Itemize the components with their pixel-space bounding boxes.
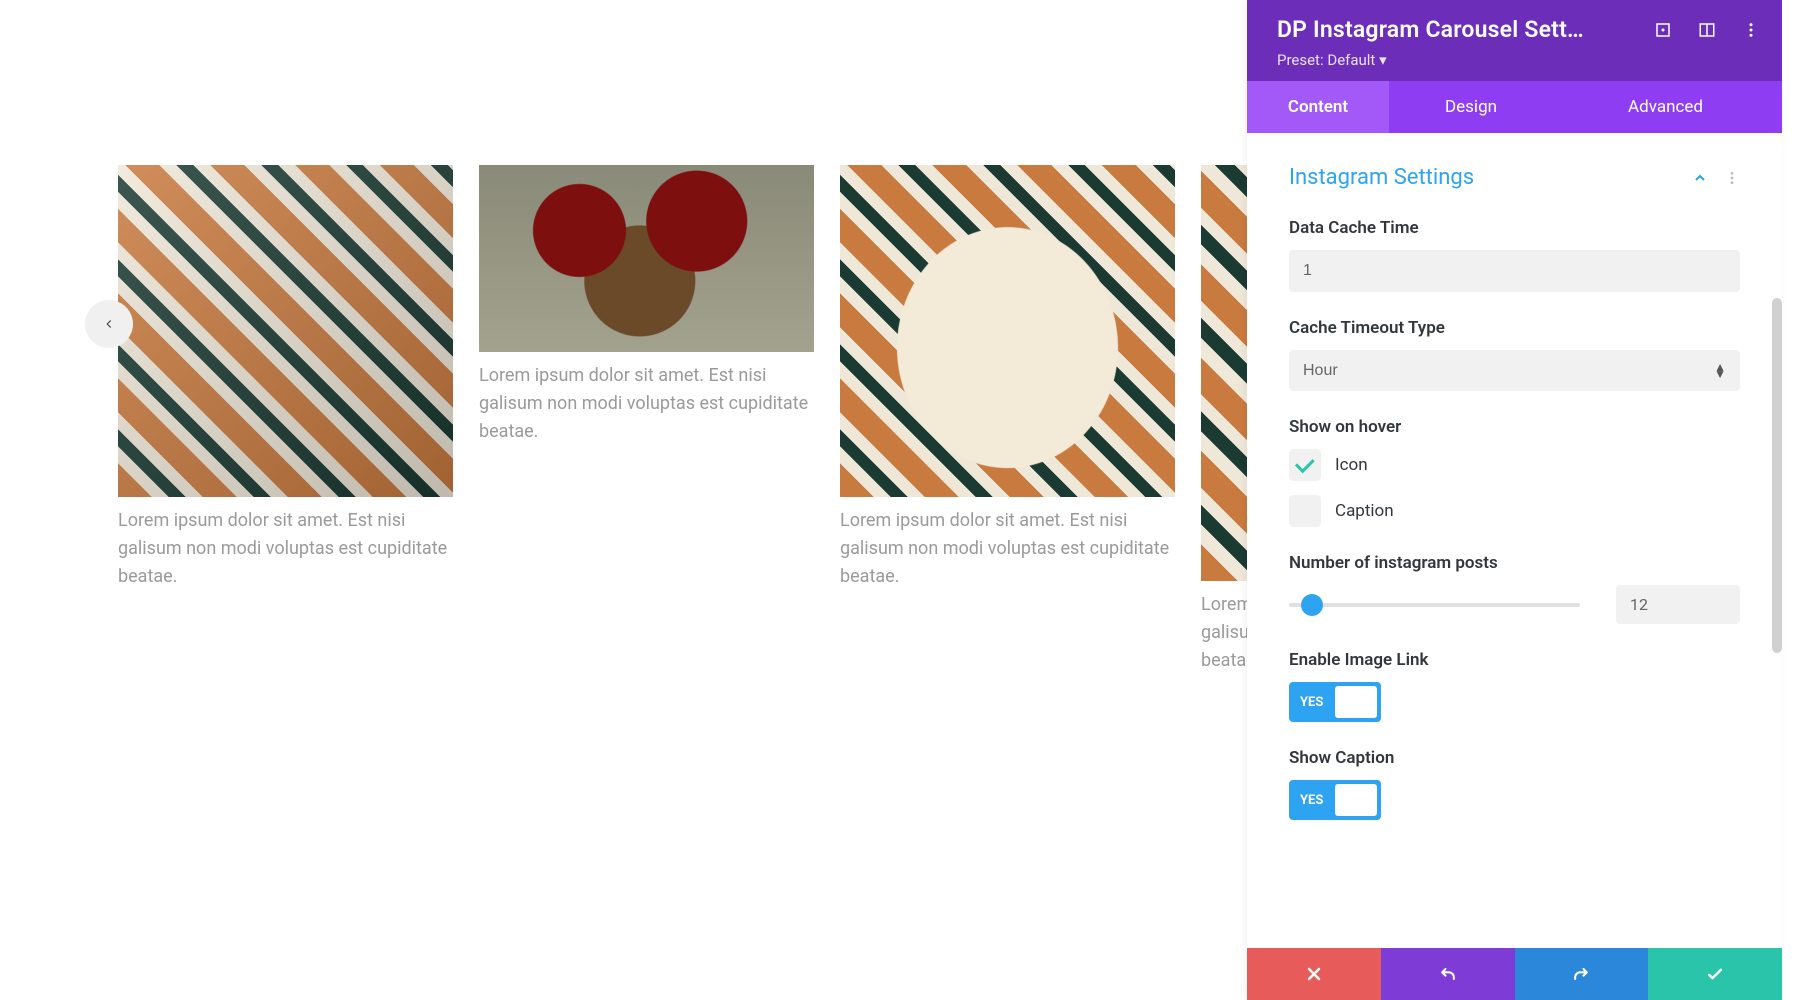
more-icon[interactable] (1742, 21, 1760, 39)
carousel-item[interactable]: Lorem ipsum dolor sit amet. Est nisi gal… (118, 165, 453, 675)
check-icon (1705, 964, 1725, 984)
checkbox-label: Caption (1335, 501, 1394, 521)
carousel-caption: Lorem ipsum dolor sit amet. Est nisi gal… (118, 507, 453, 591)
save-button[interactable] (1648, 948, 1782, 1000)
field-label: Show Caption (1289, 748, 1740, 768)
tab-advanced[interactable]: Advanced (1553, 81, 1778, 133)
close-icon (1304, 964, 1324, 984)
preset-label: Preset: (1277, 51, 1324, 69)
instagram-carousel: Lorem ipsum dolor sit amet. Est nisi gal… (118, 165, 1267, 675)
layout-icon[interactable] (1698, 21, 1716, 39)
carousel-image[interactable] (118, 165, 453, 497)
tab-content[interactable]: Content (1247, 81, 1389, 133)
carousel-caption: Lorem ipsum dolor sit amet. Est nisi gal… (479, 362, 814, 446)
panel-header: DP Instagram Carousel Sett… Preset: Defa… (1247, 0, 1782, 81)
panel-footer (1247, 948, 1782, 1000)
num-posts-value[interactable]: 12 (1616, 585, 1740, 624)
section-header[interactable]: Instagram Settings (1289, 165, 1740, 190)
enable-image-link-toggle[interactable]: YES (1289, 682, 1381, 722)
field-show-on-hover: Show on hover Icon Caption (1289, 417, 1740, 527)
carousel-image[interactable] (479, 165, 814, 352)
preset-value: Default (1327, 51, 1375, 69)
checkbox-label: Icon (1335, 455, 1368, 475)
scrollbar[interactable] (1772, 298, 1782, 653)
field-label: Data Cache Time (1289, 218, 1740, 238)
expand-icon[interactable] (1654, 21, 1672, 39)
field-num-posts: Number of instagram posts 12 (1289, 553, 1740, 624)
field-label: Cache Timeout Type (1289, 318, 1740, 338)
redo-icon (1571, 964, 1591, 984)
undo-icon (1438, 964, 1458, 984)
toggle-knob (1335, 686, 1377, 718)
field-data-cache-time: Data Cache Time (1289, 218, 1740, 292)
show-caption-toggle[interactable]: YES (1289, 780, 1381, 820)
caret-down-icon: ▾ (1379, 51, 1387, 69)
field-label: Enable Image Link (1289, 650, 1740, 670)
field-show-caption: Show Caption YES (1289, 748, 1740, 820)
field-label: Show on hover (1289, 417, 1740, 437)
carousel-caption: Lorem ipsum dolor sit amet. Est nisi gal… (840, 507, 1175, 591)
collapse-icon[interactable] (1692, 170, 1708, 186)
field-label: Number of instagram posts (1289, 553, 1740, 573)
field-cache-timeout-type: Cache Timeout Type Hour ▲▼ (1289, 318, 1740, 391)
data-cache-time-input[interactable] (1289, 250, 1740, 292)
redo-button[interactable] (1515, 948, 1649, 1000)
panel-body: Instagram Settings Data Cache Time Cache… (1247, 133, 1782, 948)
checkbox-icon-hover[interactable] (1289, 449, 1321, 481)
carousel-item[interactable]: Lorem ipsum dolor sit amet. Est nisi gal… (840, 165, 1175, 675)
slider-thumb[interactable] (1301, 594, 1323, 616)
checkbox-caption-hover[interactable] (1289, 495, 1321, 527)
num-posts-slider[interactable] (1289, 603, 1580, 607)
preset-dropdown[interactable]: Preset: Default ▾ (1277, 51, 1760, 69)
tab-design[interactable]: Design (1389, 81, 1553, 133)
close-button[interactable] (1247, 948, 1381, 1000)
section-more-icon[interactable] (1724, 170, 1740, 186)
toggle-state: YES (1293, 695, 1323, 710)
builder-canvas: Lorem ipsum dolor sit amet. Est nisi gal… (0, 0, 1267, 997)
toggle-knob (1335, 784, 1377, 816)
panel-tabs: Content Design Advanced (1247, 81, 1782, 133)
settings-panel: DP Instagram Carousel Sett… Preset: Defa… (1247, 0, 1782, 1000)
undo-button[interactable] (1381, 948, 1515, 1000)
carousel-item[interactable]: Lorem ipsum dolor sit amet. Est nisi gal… (479, 165, 814, 675)
chevron-left-icon (102, 317, 116, 331)
cache-timeout-type-select[interactable]: Hour (1289, 350, 1740, 391)
field-enable-image-link: Enable Image Link YES (1289, 650, 1740, 722)
panel-title: DP Instagram Carousel Sett… (1277, 16, 1584, 43)
carousel-prev-button[interactable] (85, 300, 133, 348)
section-title: Instagram Settings (1289, 165, 1474, 190)
toggle-state: YES (1293, 793, 1323, 808)
carousel-image[interactable] (840, 165, 1175, 497)
